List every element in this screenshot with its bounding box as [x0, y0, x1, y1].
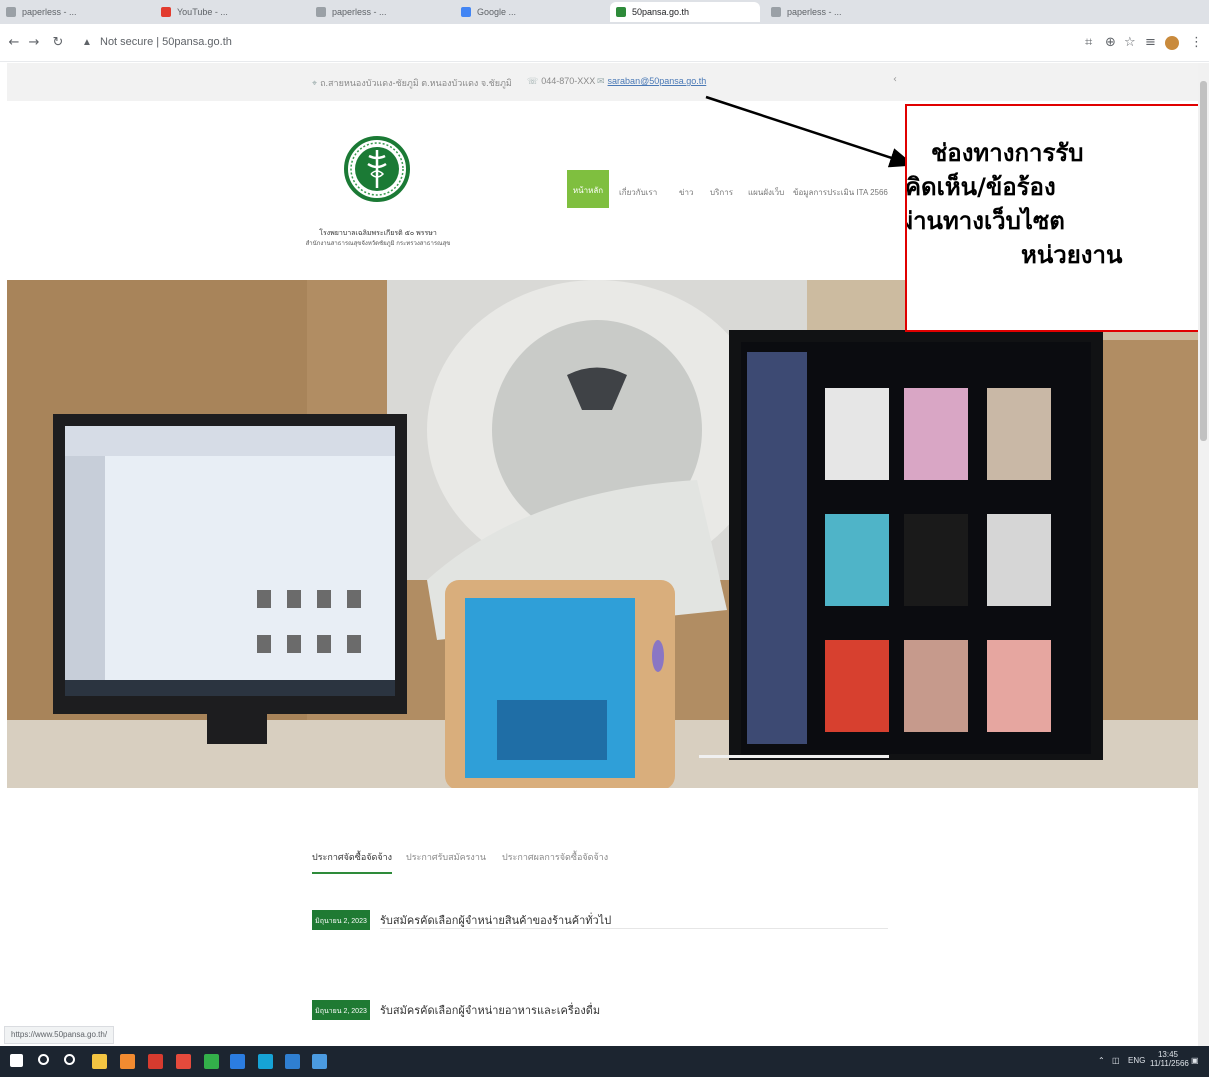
divider — [380, 928, 888, 929]
announcement-tabs: ประกาศจัดซื้อจัดจ้าง ประกาศรับสมัครงาน ป… — [312, 850, 892, 876]
info-phone: ☏ 044-870-XXX — [527, 76, 595, 87]
menu-kebab-icon[interactable]: ⋮ — [1190, 36, 1203, 50]
favicon-icon — [6, 7, 16, 17]
app-icon[interactable] — [176, 1054, 191, 1069]
favicon-icon — [771, 7, 781, 17]
tab-procurement[interactable]: ประกาศจัดซื้อจัดจ้าง — [312, 850, 393, 874]
page-scrollbar[interactable] — [1198, 63, 1209, 1046]
address-text: Not secure | 50pansa.go.th — [100, 36, 232, 48]
edge-icon[interactable] — [230, 1054, 245, 1069]
hero-banner-image — [7, 280, 1204, 788]
chrome-icon[interactable] — [258, 1054, 273, 1069]
callout-line-2: คิดเห็น/ข้อร้อง — [905, 173, 1056, 201]
info-address: ⌖ ถ.สายหนองบัวแดง-ชัยภูมิ ต.หนองบัวแดง จ.… — [312, 76, 512, 90]
mail-icon: ✉ — [597, 76, 605, 86]
tab-procurement-results[interactable]: ประกาศผลการจัดซื้อจัดจ้าง — [502, 850, 608, 864]
scrollbar-thumb[interactable] — [1200, 81, 1207, 441]
tab-jobs[interactable]: ประกาศรับสมัครงาน — [406, 850, 486, 864]
chevron-icon[interactable]: ‹ — [893, 74, 897, 85]
reading-list-icon[interactable]: ≡ — [1145, 36, 1156, 50]
tray-chevron-icon[interactable]: ⌃ — [1098, 1056, 1105, 1065]
nav-item-services[interactable]: บริการ — [710, 186, 733, 199]
app-icon[interactable] — [120, 1054, 135, 1069]
windows-taskbar: ⌃ ◫ ENG 13:45 11/11/2566 ▣ — [0, 1046, 1209, 1077]
logo-name-line2: สำนักงานสาธารณสุขจังหวัดชัยภูมิ กระทรวงส… — [305, 241, 451, 247]
reload-icon[interactable]: ↻ — [50, 35, 66, 51]
translate-icon[interactable]: ⌗ — [1085, 36, 1092, 50]
hospital-logo[interactable] — [344, 134, 410, 204]
browser-tab[interactable]: Google ... — [455, 2, 605, 22]
google-icon — [461, 7, 471, 17]
info-icon[interactable]: ▲ — [82, 37, 92, 48]
info-email[interactable]: ✉ saraban@50pansa.go.th — [597, 76, 706, 87]
zoom-icon[interactable]: ⊕ — [1105, 36, 1116, 50]
app-icon[interactable] — [148, 1054, 163, 1069]
browser-toolbar: ← → ↻ ▲ Not secure | 50pansa.go.th ⌗ ⊕ ☆… — [0, 24, 1209, 62]
screenshot-root: paperless - ... YouTube - ... paperless … — [0, 0, 1209, 1077]
tab-label: paperless - ... — [22, 7, 77, 17]
nav-home[interactable]: หน้าหลัก — [567, 170, 609, 208]
bookmark-star-icon[interactable]: ☆ — [1124, 36, 1136, 50]
nav-item-sitemap[interactable]: แผนผังเว็บ — [748, 186, 784, 199]
announcement-item[interactable]: มิถุนายน 2, 2023 รับสมัครคัดเลือกผู้จำหน… — [312, 904, 892, 934]
annotation-arrow — [705, 95, 915, 168]
profile-avatar-icon[interactable] — [1165, 36, 1179, 50]
network-icon[interactable]: ◫ — [1112, 1056, 1120, 1065]
browser-tab-strip: paperless - ... YouTube - ... paperless … — [0, 0, 1209, 24]
address-bar[interactable]: ▲ Not secure | 50pansa.go.th — [78, 32, 1038, 54]
info-address-text: ถ.สายหนองบัวแดง-ชัยภูมิ ต.หนองบัวแดง จ.ช… — [320, 78, 512, 88]
forward-icon[interactable]: → — [26, 35, 42, 51]
nav-item-ita[interactable]: ข้อมูลการประเมิน ITA 2566 — [793, 186, 888, 199]
announcement-title[interactable]: รับสมัครคัดเลือกผู้จำหน่ายอาหารและเครื่อ… — [380, 1001, 600, 1019]
browser-tab[interactable]: paperless - ... — [0, 2, 150, 22]
tab-label: paperless - ... — [787, 7, 842, 17]
tray-time: 13:45 — [1157, 1050, 1179, 1059]
site-favicon-icon — [616, 7, 626, 17]
tab-label: paperless - ... — [332, 7, 387, 17]
announcement-date-badge: มิถุนายน 2, 2023 — [312, 1000, 370, 1020]
app-icon[interactable] — [285, 1054, 300, 1069]
notification-icon[interactable]: ▣ — [1191, 1056, 1199, 1065]
announcement-title[interactable]: รับสมัครคัดเลือกผู้จำหน่ายสินค้าของร้านค… — [380, 911, 611, 929]
announcement-date-badge: มิถุนายน 2, 2023 — [312, 910, 370, 930]
tab-label: Google ... — [477, 7, 517, 17]
callout-line-1: ช่องทางการรับ — [931, 139, 1084, 167]
browser-tab[interactable]: paperless - ... — [765, 2, 925, 22]
callout-line-3: ผ่านทางเว็บไซต — [905, 207, 1065, 235]
map-pin-icon: ⌖ — [312, 78, 318, 88]
tray-language[interactable]: ENG — [1128, 1056, 1145, 1065]
app-icon[interactable] — [204, 1054, 219, 1069]
youtube-icon — [161, 7, 171, 17]
windows-start-icon[interactable] — [10, 1054, 23, 1067]
browser-tab[interactable]: YouTube - ... — [155, 2, 305, 22]
tray-clock[interactable]: 13:45 11/11/2566 — [1150, 1050, 1189, 1068]
cortana-icon[interactable] — [64, 1054, 75, 1065]
callout-line-4: หน่วยงาน — [1021, 241, 1123, 269]
search-icon[interactable] — [38, 1054, 49, 1065]
annotation-callout: ช่องทางการรับ คิดเห็น/ข้อร้อง ผ่านทางเว็… — [905, 104, 1209, 332]
tab-label: 50pansa.go.th — [632, 7, 690, 17]
browser-tab[interactable]: paperless - ... — [310, 2, 450, 22]
nav-item-about[interactable]: เกี่ยวกับเรา — [619, 186, 657, 199]
status-url-preview: https://www.50pansa.go.th/ — [4, 1026, 115, 1044]
nav-item-news[interactable]: ข่าว — [679, 186, 693, 199]
browser-tab-active[interactable]: 50pansa.go.th — [610, 2, 760, 22]
favicon-icon — [316, 7, 326, 17]
site-info-bar: ⌖ ถ.สายหนองบัวแดง-ชัยภูมิ ต.หนองบัวแดง จ.… — [7, 63, 1204, 101]
info-phone-text: 044-870-XXX — [541, 76, 596, 86]
app-icon[interactable] — [312, 1054, 327, 1069]
announcement-item[interactable]: มิถุนายน 2, 2023 รับสมัครคัดเลือกผู้จำหน… — [312, 994, 892, 1024]
phone-icon: ☏ — [527, 76, 539, 86]
back-icon[interactable]: ← — [6, 35, 22, 51]
tab-label: YouTube - ... — [177, 7, 228, 17]
info-email-link[interactable]: saraban@50pansa.go.th — [608, 76, 707, 86]
tray-date: 11/11/2566 — [1150, 1059, 1189, 1068]
file-explorer-icon[interactable] — [92, 1054, 107, 1069]
